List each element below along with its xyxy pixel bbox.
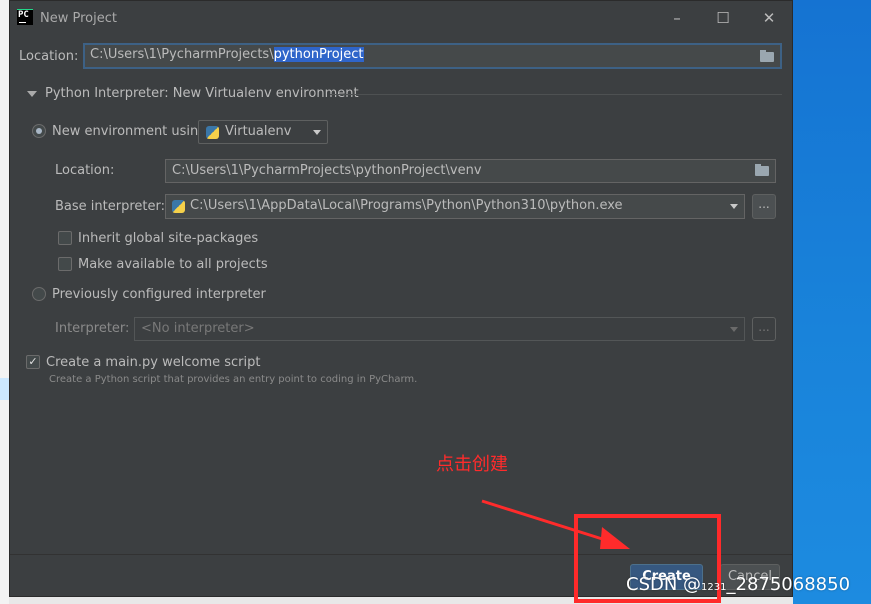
background-selection bbox=[0, 378, 9, 400]
python-icon bbox=[206, 126, 219, 139]
base-interpreter-browse-button[interactable]: ... bbox=[752, 194, 776, 219]
collapse-triangle-icon[interactable] bbox=[27, 91, 37, 97]
env-tool-value: Virtualenv bbox=[225, 124, 292, 139]
chevron-down-icon bbox=[313, 130, 321, 135]
inherit-packages-label[interactable]: Inherit global site-packages bbox=[78, 231, 258, 246]
base-interpreter-value: C:\Users\1\AppData\Local\Programs\Python… bbox=[190, 198, 623, 213]
location-path-selected: pythonProject bbox=[273, 47, 364, 62]
interpreter-browse-button[interactable]: ... bbox=[752, 317, 776, 341]
python-icon bbox=[172, 200, 185, 213]
project-location-input[interactable]: C:\Users\1\PycharmProjects\pythonProject bbox=[83, 43, 782, 69]
new-environment-radio[interactable] bbox=[32, 124, 46, 138]
previous-interpreter-radio[interactable] bbox=[32, 287, 46, 301]
venv-location-value: C:\Users\1\PycharmProjects\pythonProject… bbox=[172, 163, 482, 178]
welcome-script-hint: Create a Python script that provides an … bbox=[49, 374, 418, 385]
close-icon[interactable]: ✕ bbox=[758, 8, 780, 28]
interpreter-value: <No interpreter> bbox=[141, 321, 255, 336]
watermark-brand: CSDN @ bbox=[626, 574, 702, 595]
section-divider bbox=[330, 94, 782, 95]
make-available-checkbox[interactable] bbox=[58, 257, 72, 271]
annotation-text: 点击创建 bbox=[436, 454, 508, 475]
new-environment-label[interactable]: New environment using bbox=[52, 124, 207, 139]
base-interpreter-dropdown[interactable]: C:\Users\1\AppData\Local\Programs\Python… bbox=[165, 194, 745, 219]
location-label: Location: bbox=[19, 49, 79, 64]
new-project-dialog: PC New Project – ☐ ✕ Location: C:\Users\… bbox=[9, 0, 793, 603]
folder-icon[interactable] bbox=[760, 50, 774, 62]
venv-location-label: Location: bbox=[55, 163, 115, 178]
watermark-rest: _2875068850 bbox=[726, 574, 851, 595]
inherit-packages-checkbox[interactable] bbox=[58, 231, 72, 245]
previous-interpreter-label[interactable]: Previously configured interpreter bbox=[52, 287, 266, 302]
chevron-down-icon bbox=[730, 204, 738, 209]
background-window-edge bbox=[0, 0, 9, 604]
watermark-small: 1231 bbox=[701, 582, 727, 593]
interpreter-section-title[interactable]: Python Interpreter: New Virtualenv envir… bbox=[45, 86, 359, 101]
csdn-watermark: CSDN @1231_2875068850 bbox=[626, 574, 850, 595]
pycharm-logo-icon: PC bbox=[17, 9, 33, 25]
welcome-script-label[interactable]: Create a main.py welcome script bbox=[46, 355, 260, 370]
chevron-down-icon bbox=[730, 327, 738, 332]
minimize-icon[interactable]: – bbox=[666, 8, 688, 28]
maximize-icon[interactable]: ☐ bbox=[712, 8, 734, 28]
dialog-title: New Project bbox=[40, 11, 117, 26]
desktop-background bbox=[793, 0, 871, 604]
folder-icon[interactable] bbox=[755, 164, 769, 176]
location-path-prefix: C:\Users\1\PycharmProjects\ bbox=[90, 47, 274, 62]
env-tool-dropdown[interactable]: Virtualenv bbox=[198, 120, 328, 144]
make-available-label[interactable]: Make available to all projects bbox=[78, 257, 268, 272]
base-interpreter-label: Base interpreter: bbox=[55, 199, 165, 214]
interpreter-dropdown[interactable]: <No interpreter> bbox=[134, 317, 745, 341]
venv-location-input[interactable]: C:\Users\1\PycharmProjects\pythonProject… bbox=[165, 159, 776, 183]
title-bar[interactable]: PC New Project – ☐ ✕ bbox=[10, 1, 792, 35]
interpreter-label: Interpreter: bbox=[55, 321, 130, 336]
welcome-script-checkbox[interactable]: ✓ bbox=[26, 355, 40, 369]
